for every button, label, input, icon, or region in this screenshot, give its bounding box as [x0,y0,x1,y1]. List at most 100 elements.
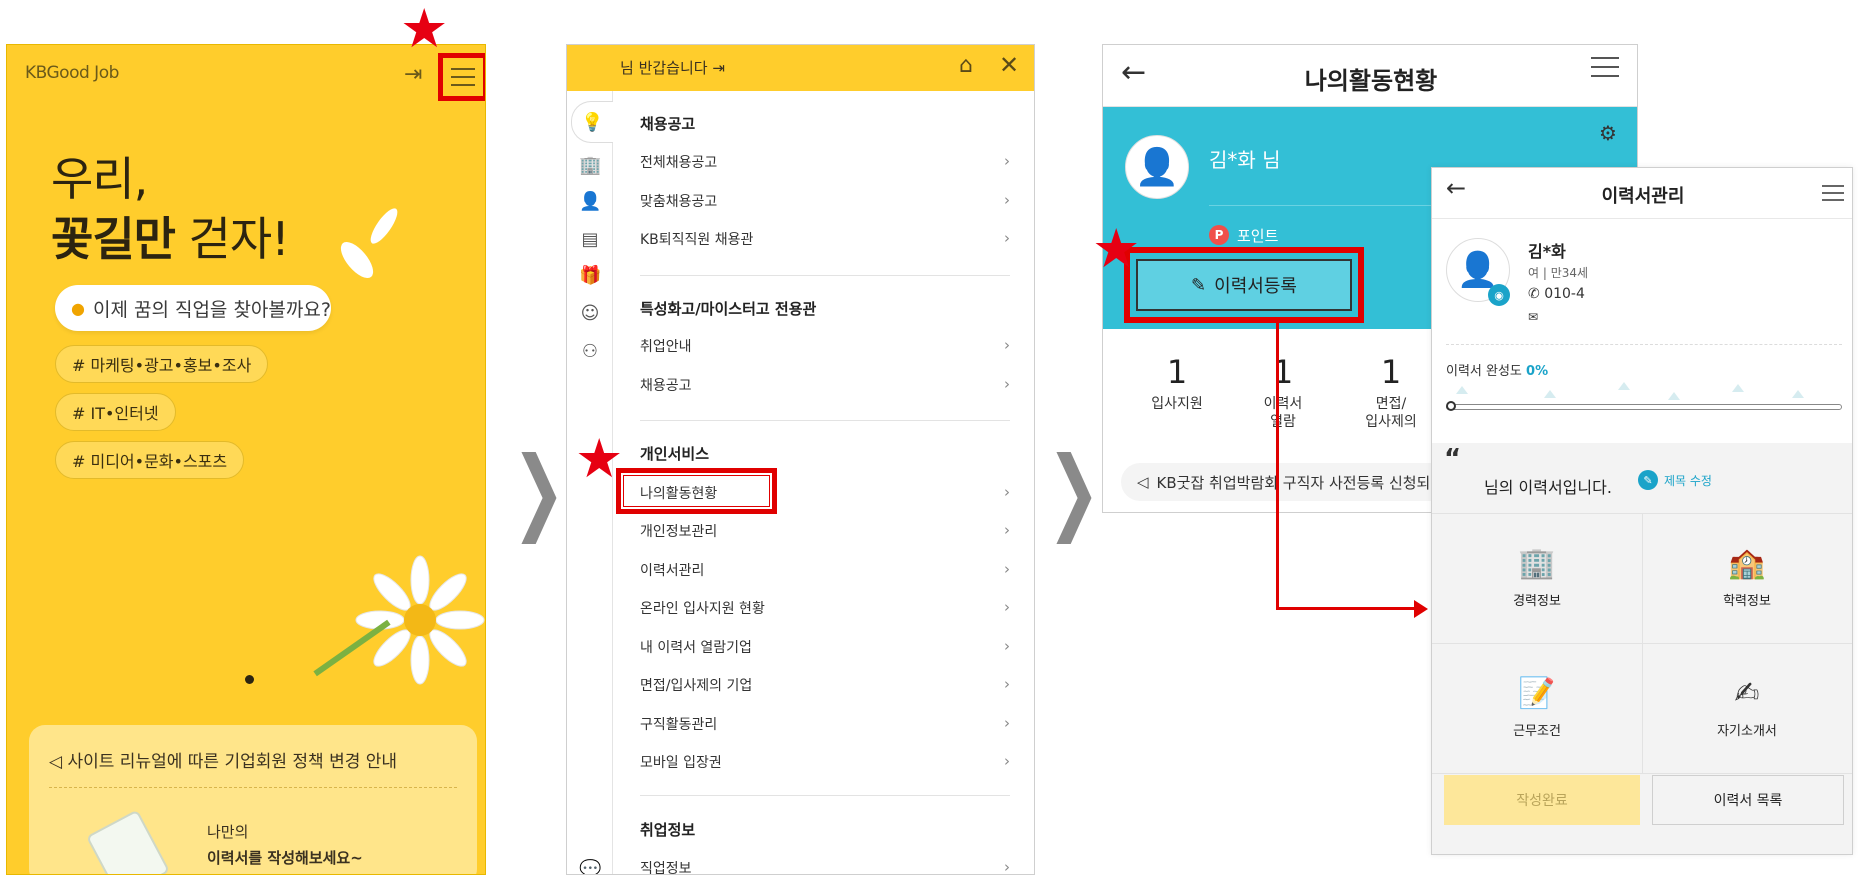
camera-icon[interactable]: ◉ [1488,284,1510,306]
greeting-text: 님 반갑습니다 ⇥ [620,57,725,78]
mountain-decoration [1792,390,1804,398]
menu-item[interactable]: 맞춤채용공고 › [640,191,1010,211]
building-icon[interactable]: 🏢 [579,155,601,176]
page-title: 나의활동현황 [1304,67,1438,95]
menu-item[interactable]: 모바일 입장권 › [640,752,1010,772]
menu-item[interactable]: 이력서관리 › [640,560,1010,580]
mountain-decoration [1618,382,1630,390]
keyword-tag[interactable]: # 마케팅•광고•홍보•조사 [55,345,269,383]
carousel-dot[interactable] [245,675,254,684]
menu-item-label: 이력서관리 [640,563,705,579]
menu-item-label: 모바일 입장권 [640,755,722,771]
menu-item[interactable]: 면접/입사제의 기업 › [640,675,1010,695]
side-menu-screen: 님 반갑습니다 ⇥ ⌂ ✕ 💡 🏢 👤 ▤ 🎁 ☺ ⚇ 💬 채용공고 전체채용공… [566,44,1035,875]
stat-number: 1 [1272,353,1294,391]
chevron-right-icon: › [1004,858,1010,875]
menu-item-label: 온라인 입사지원 현황 [640,601,765,617]
cover-letter-tile[interactable]: ✍ 자기소개서 [1642,676,1852,739]
hamburger-icon[interactable] [1591,66,1619,68]
chat-face-icon[interactable]: ☺ [579,303,601,324]
chevron-right-icon: › [1004,152,1010,170]
kb-goodjob-logo[interactable]: KBGood Job [25,63,119,83]
star-marker-icon: ★ [575,427,624,490]
menu-section-title: 채용공고 [640,115,696,133]
logout-icon[interactable]: ⇥ [712,59,725,77]
menu-section-title: 특성화고/마이스터고 전용관 [640,300,817,318]
education-info-tile[interactable]: 🏫 학력정보 [1642,546,1852,609]
menu-item-label: 직업정보 [640,861,692,875]
page-title: 이력서관리 [1601,186,1685,207]
chevron-right-icon: › [1004,714,1010,732]
chevron-right-icon: › [1004,229,1010,247]
edit-title-button[interactable]: ✎ 제목 수정 [1638,470,1712,490]
menu-item[interactable]: 내 이력서 열람기업 › [640,637,1010,657]
lightbulb-icon[interactable]: 💡 [571,101,613,143]
notice-text-2: 이력서를 작성해보세요~ [207,849,363,867]
menu-header: 님 반갑습니다 ⇥ ⌂ ✕ [567,45,1034,91]
headline-line-1: 우리, [51,152,148,206]
speech-bubble-icon[interactable]: 💬 [579,859,601,874]
completion-text: 이력서 완성도 [1446,364,1522,379]
gear-icon[interactable]: ⚙ [1599,121,1617,145]
points-icon: P [1209,225,1229,245]
tile-label: 학력정보 [1723,594,1771,609]
stat-resume-views[interactable]: 1 이력서 열람 [1223,353,1343,431]
work-conditions-tile[interactable]: 📝 근무조건 [1432,676,1642,739]
resume-title: 님의 이력서입니다. [1484,478,1612,497]
complete-button[interactable]: 작성완료 [1444,775,1640,825]
menu-divider [640,420,1010,421]
step-arrow-icon: ❯ [1046,437,1101,544]
completion-progress-bar [1446,404,1842,410]
register-resume-button[interactable]: ✎ 이력서등록 [1136,259,1352,311]
resume-list-button[interactable]: 이력서 목록 [1652,775,1844,825]
star-marker-icon: ★ [400,0,449,60]
resume-name: 김*화 [1528,242,1566,261]
notice-card[interactable]: ◁ 사이트 리뉴얼에 따른 기업회원 정책 변경 안내 나만의 이력서를 작성해… [29,725,477,874]
keyword-tag[interactable]: # IT•인터넷 [55,393,176,431]
menu-item-label: 개인정보관리 [640,524,718,540]
points-label[interactable]: 포인트 [1237,225,1278,246]
menu-item[interactable]: 직업정보 › [640,858,1010,875]
hamburger-menu-button[interactable] [438,53,485,101]
chevron-right-icon: › [1004,521,1010,539]
daisy-illustration [355,555,485,685]
career-info-tile[interactable]: 🏢 경력정보 [1432,546,1642,609]
gift-icon[interactable]: 🎁 [579,265,601,286]
menu-item[interactable]: 전체채용공고 › [640,152,1010,172]
resume-phone: ✆ 010-4 [1528,286,1585,302]
menu-item-label: KB퇴직직원 채용관 [640,232,754,248]
home-screen: KBGood Job ⇥ 우리, 꽃길만 걷자! ● 이제 꿈의 직업을 찾아볼… [6,44,486,875]
headline-line-2: 꽃길만 걷자! [51,209,290,269]
job-search-pill[interactable]: ● 이제 꿈의 직업을 찾아볼까요? [55,285,331,331]
star-marker-icon: ★ [1092,217,1141,280]
menu-item-label: 취업안내 [640,339,692,355]
completion-label: 이력서 완성도 0% [1446,360,1548,379]
menu-item[interactable]: 개인정보관리 › [640,521,1010,541]
phone-number: 010-4 [1544,286,1585,302]
person-icon[interactable]: 👤 [579,191,601,212]
grid-divider [1432,773,1852,774]
stat-applications[interactable]: 1 입사지원 [1117,353,1237,413]
mountain-decoration [1668,392,1680,400]
menu-item[interactable]: 취업안내 › [640,336,1010,356]
chevron-right-icon: › [1004,191,1010,209]
header-divider [1432,218,1852,219]
menu-item[interactable]: 채용공고 › [640,375,1010,395]
menu-item[interactable]: KB퇴직직원 채용관 › [640,229,1010,249]
home-icon[interactable]: ⌂ [959,53,973,78]
hamburger-icon[interactable] [1822,192,1844,194]
ticker-text: KB굿잡 취업박람회 구직자 사전등록 신청되었 [1156,473,1445,492]
menu-item[interactable]: 구직활동관리 › [640,714,1010,734]
chevron-right-icon: › [1004,637,1010,655]
login-icon[interactable]: ⇥ [404,62,422,87]
people-icon[interactable]: ⚇ [579,341,601,362]
completion-value: 0% [1526,364,1549,379]
menu-item[interactable]: 온라인 입사지원 현황 › [640,598,1010,618]
mountain-decoration [1456,386,1468,394]
close-icon[interactable]: ✕ [999,51,1019,79]
document-icon[interactable]: ▤ [579,229,601,250]
chevron-right-icon: › [1004,598,1010,616]
stat-number: 1 [1166,353,1188,391]
smiley-document-icon: 📝 [1518,676,1556,711]
keyword-tag[interactable]: # 미디어•문화•스포츠 [55,441,245,479]
